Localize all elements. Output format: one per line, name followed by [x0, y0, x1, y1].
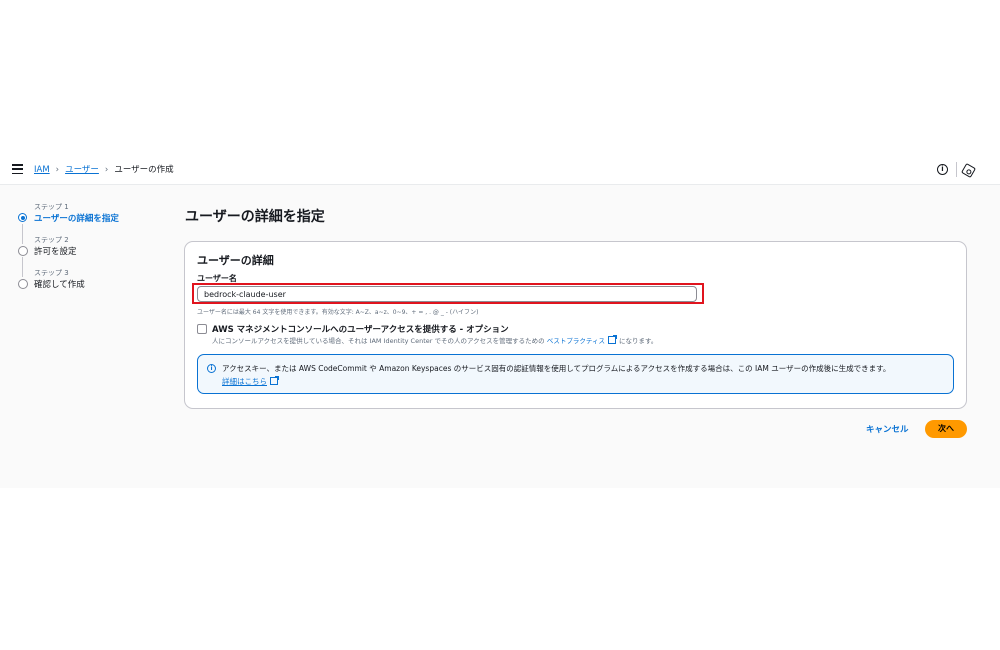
breadcrumb: IAM › ユーザー › ユーザーの作成: [34, 163, 174, 175]
step-1: ステップ 1 ユーザーの詳細を指定: [18, 201, 168, 244]
info-icon[interactable]: i: [937, 164, 948, 175]
step-title: ユーザーの詳細を指定: [34, 214, 119, 224]
step-inactive-icon: [18, 246, 28, 256]
step-title: 許可を設定: [34, 247, 77, 257]
breadcrumb-users[interactable]: ユーザー: [65, 165, 99, 175]
chevron-right-icon: ›: [55, 165, 60, 175]
cancel-button[interactable]: キャンセル: [866, 423, 909, 435]
user-details-card: ユーザーの詳細 ユーザー名 bedrock-claude-user ユーザー名に…: [184, 241, 967, 409]
info-icon: i: [207, 364, 216, 373]
chevron-right-icon: ›: [104, 165, 109, 175]
description-text-end: になります。: [619, 337, 658, 345]
hamburger-menu-icon[interactable]: [12, 164, 23, 175]
info-alert: i アクセスキー、または AWS CodeCommit や Amazon Key…: [197, 354, 954, 394]
step-active-icon: [18, 213, 27, 222]
card-title: ユーザーの詳細: [197, 254, 274, 267]
description-text: 人にコンソールアクセスを提供している場合、それは IAM Identity Ce…: [212, 337, 545, 345]
alert-text: アクセスキー、または AWS CodeCommit や Amazon Keysp…: [222, 364, 891, 373]
step-number: ステップ 2: [34, 236, 69, 244]
step-2: ステップ 2 許可を設定: [18, 234, 168, 277]
external-link-icon: [608, 335, 618, 344]
console-access-description: 人にコンソールアクセスを提供している場合、それは IAM Identity Ce…: [212, 335, 657, 345]
settings-icon[interactable]: [960, 162, 977, 179]
breadcrumb-iam[interactable]: IAM: [34, 165, 50, 175]
page-title: ユーザーの詳細を指定: [185, 209, 325, 225]
step-number: ステップ 1: [34, 203, 69, 211]
console-access-label[interactable]: AWS マネジメントコンソールへのユーザーアクセスを提供する - オプション: [212, 323, 509, 335]
iam-console: IAM › ユーザー › ユーザーの作成 i ステップ 1 ユーザーの詳細を指定 ステッ…: [0, 155, 1000, 488]
step-3: ステップ 3 確認して作成: [18, 267, 168, 300]
step-number: ステップ 3: [34, 269, 69, 277]
username-constraint: ユーザー名には最大 64 文字を使用できます。有効な文字: A~Z、a~z、0~…: [197, 309, 479, 316]
divider: [956, 162, 957, 177]
learn-more-label[interactable]: 詳細はこちら: [222, 377, 267, 386]
external-link-icon: [270, 376, 279, 385]
step-inactive-icon: [18, 279, 28, 289]
step-title: 確認して作成: [34, 280, 85, 290]
breadcrumb-current: ユーザーの作成: [114, 165, 174, 175]
next-button[interactable]: 次へ: [925, 420, 967, 438]
wizard-steps: ステップ 1 ユーザーの詳細を指定 ステップ 2 許可を設定 ステップ 3 確認…: [18, 201, 168, 300]
console-access-checkbox[interactable]: [197, 324, 207, 334]
best-practice-link[interactable]: ベストプラクティス: [547, 337, 605, 345]
learn-more-link[interactable]: 詳細はこちら: [222, 376, 281, 387]
top-bar: IAM › ユーザー › ユーザーの作成 i: [0, 155, 1000, 185]
highlight-box: [192, 283, 704, 304]
